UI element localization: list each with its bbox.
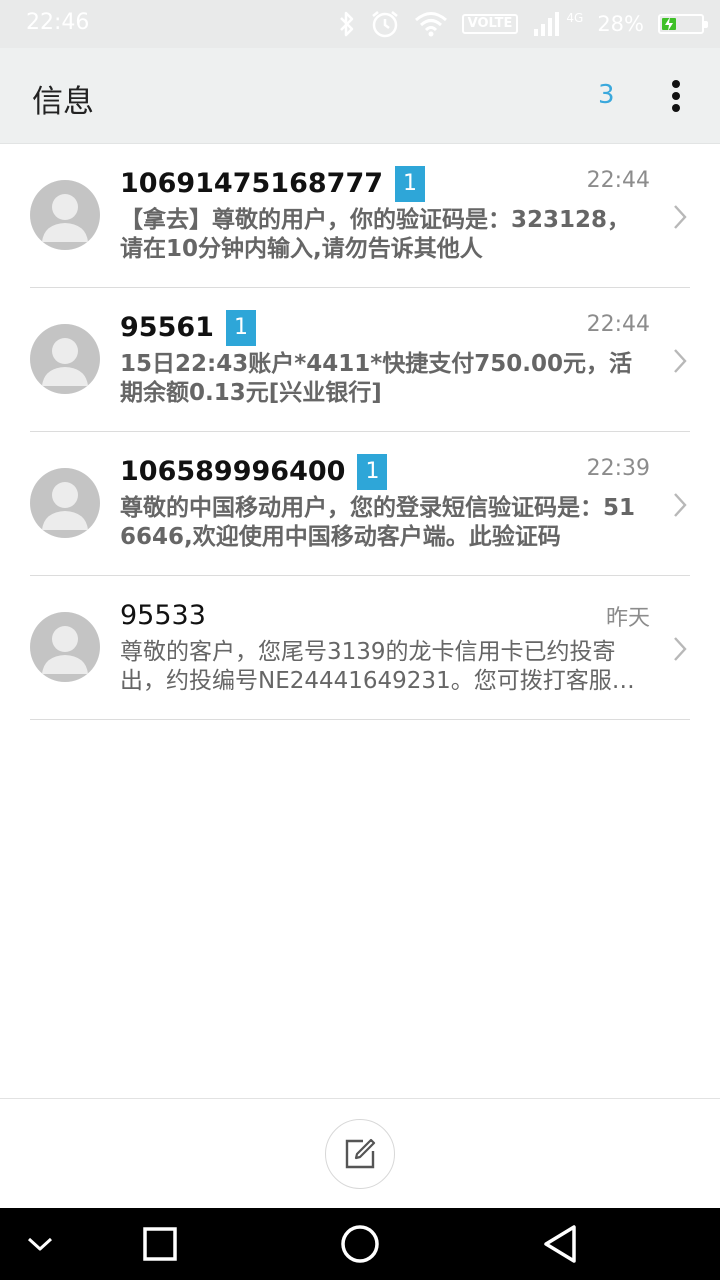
list-item[interactable]: 106589996400 1 22:39 尊敬的中国移动用户，您的登录短信验证码是：5… <box>0 432 720 576</box>
bluetooth-icon <box>338 10 356 38</box>
collapse-icon[interactable] <box>18 1222 62 1266</box>
back-icon[interactable] <box>538 1222 582 1266</box>
message-time: 22:44 <box>586 312 650 337</box>
list-item[interactable]: 95561 1 22:44 15日22:43账户*4411*快捷支付750.00元，活… <box>0 288 720 432</box>
navigation-bar <box>0 1208 720 1280</box>
message-snippet: 尊敬的中国移动用户，您的登录短信验证码是：516646,欢迎使用中国移动客户端。… <box>120 495 636 550</box>
alarm-icon <box>370 9 400 39</box>
status-time: 22:46 <box>26 10 90 35</box>
chevron-right-icon <box>670 634 690 664</box>
chevron-right-icon <box>670 490 690 520</box>
network-type-label: 4G <box>566 11 584 25</box>
list-item[interactable]: 95533 昨天尊敬的客户，您尾号3139的龙卡信用卡已约投寄出，约投编号NE24… <box>0 576 720 720</box>
avatar <box>30 324 100 394</box>
compose-bar <box>0 1098 720 1208</box>
signal-icon <box>532 11 562 37</box>
recents-icon[interactable] <box>138 1222 182 1266</box>
sender-label: 10691475168777 <box>120 168 384 199</box>
divider <box>30 719 690 720</box>
sender-name: 10691475168777 1 <box>120 166 426 202</box>
sender-label: 95533 <box>120 600 206 631</box>
more-vertical-icon[interactable] <box>660 74 692 118</box>
message-snippet: 尊敬的客户，您尾号3139的龙卡信用卡已约投寄出，约投编号NE244416492… <box>120 639 635 694</box>
unread-badge: 1 <box>395 166 426 202</box>
message-time: 22:44 <box>586 168 650 193</box>
wifi-icon <box>414 11 448 37</box>
message-time: 昨天 <box>605 606 650 631</box>
sender-label: 95561 <box>120 312 214 343</box>
unread-count[interactable]: 3 <box>598 80 615 110</box>
message-snippet: 【拿去】尊敬的用户，你的验证码是：323128，请在10分钟内输入,请勿告诉其他… <box>120 207 631 262</box>
avatar <box>30 612 100 682</box>
sender-name: 106589996400 1 <box>120 454 388 490</box>
volte-icon: VOLTE <box>461 14 519 34</box>
message-snippet: 15日22:43账户*4411*快捷支付750.00元，活期余额0.13元[兴业… <box>120 351 633 406</box>
avatar <box>30 468 100 538</box>
list-item[interactable]: 10691475168777 1 22:44 【拿去】尊敬的用户，你的验证码是：323… <box>0 144 720 288</box>
unread-badge: 1 <box>357 454 388 490</box>
compose-button[interactable] <box>325 1119 395 1189</box>
chevron-right-icon <box>670 202 690 232</box>
compose-icon <box>345 1138 376 1169</box>
avatar <box>30 180 100 250</box>
status-icons: VOLTE 4G 28% <box>338 8 708 40</box>
battery-fill <box>662 17 676 31</box>
sender-name: 95561 1 <box>120 310 256 346</box>
app-bar: 信息 3 <box>0 48 720 144</box>
chevron-right-icon <box>670 346 690 376</box>
page-title: 信息 <box>32 84 94 120</box>
message-time: 22:39 <box>586 456 650 481</box>
battery-icon <box>658 14 708 34</box>
sender-name: 95533 <box>120 598 206 634</box>
unread-badge: 1 <box>225 310 256 346</box>
home-icon[interactable] <box>338 1222 382 1266</box>
status-bar: 22:46 VOLTE 4G 28% <box>0 0 720 48</box>
sender-label: 106589996400 <box>120 456 346 487</box>
battery-percent: 28% <box>597 12 644 36</box>
message-list: 10691475168777 1 22:44 【拿去】尊敬的用户，你的验证码是：323… <box>0 144 720 720</box>
